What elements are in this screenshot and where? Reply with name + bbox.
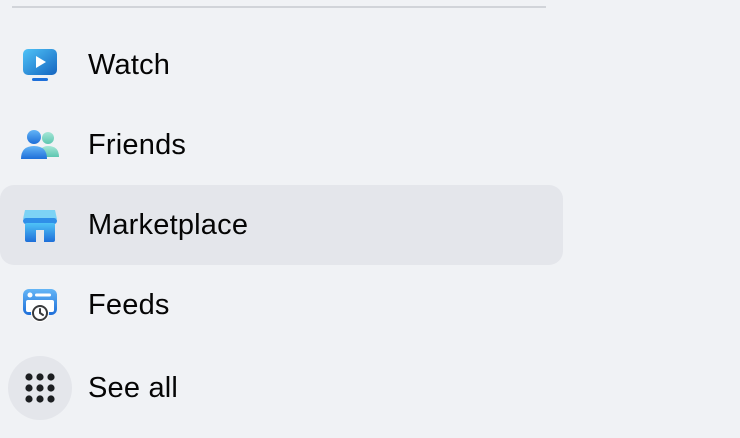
marketplace-icon [14, 199, 66, 251]
sidebar-item-label: Feeds [88, 288, 170, 321]
sidebar-item-marketplace[interactable]: Marketplace [0, 185, 563, 265]
friends-icon [14, 119, 66, 171]
section-divider [12, 6, 546, 8]
sidebar-item-friends[interactable]: Friends [0, 105, 563, 185]
sidebar-item-label: Watch [88, 48, 171, 81]
sidebar-item-see-all[interactable]: See all [0, 345, 563, 431]
feeds-icon [14, 279, 66, 331]
sidebar-item-label: See all [88, 371, 179, 404]
sidebar-item-feeds[interactable]: Feeds [0, 265, 563, 345]
sidebar-item-label: Marketplace [88, 208, 249, 241]
sidebar-nav: Watch Friends Marketplace Feeds See all [0, 25, 563, 431]
sidebar-item-label: Friends [88, 128, 187, 161]
watch-icon [14, 39, 66, 91]
sidebar-item-watch[interactable]: Watch [0, 25, 563, 105]
grid-icon [8, 356, 72, 420]
